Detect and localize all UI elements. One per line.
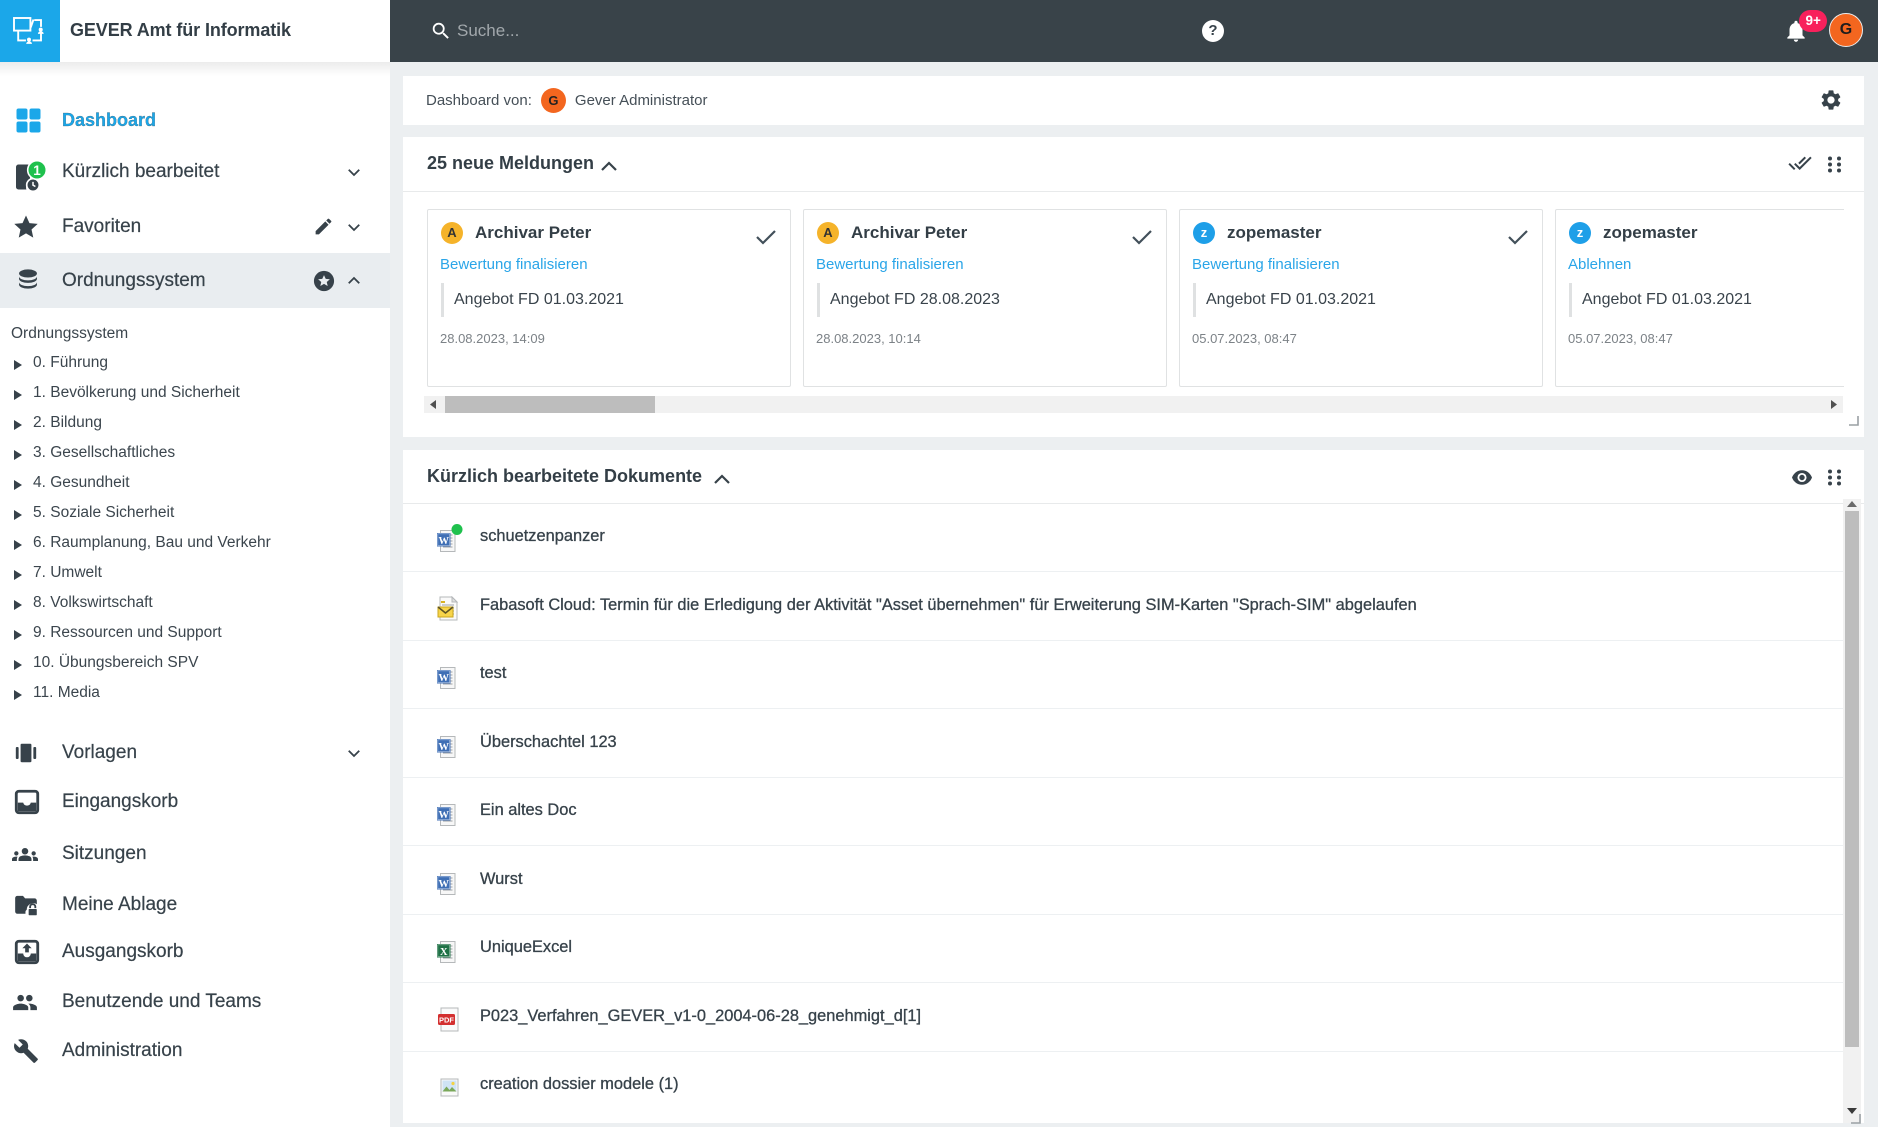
- svg-text:X: X: [440, 947, 448, 958]
- svg-text:W: W: [439, 742, 450, 753]
- svg-text:W: W: [439, 810, 450, 821]
- svg-text:W: W: [439, 879, 450, 890]
- svg-text:W: W: [439, 673, 450, 684]
- svg-text:W: W: [439, 536, 450, 547]
- svg-text:1: 1: [33, 163, 41, 178]
- svg-text:PDF: PDF: [439, 1016, 454, 1025]
